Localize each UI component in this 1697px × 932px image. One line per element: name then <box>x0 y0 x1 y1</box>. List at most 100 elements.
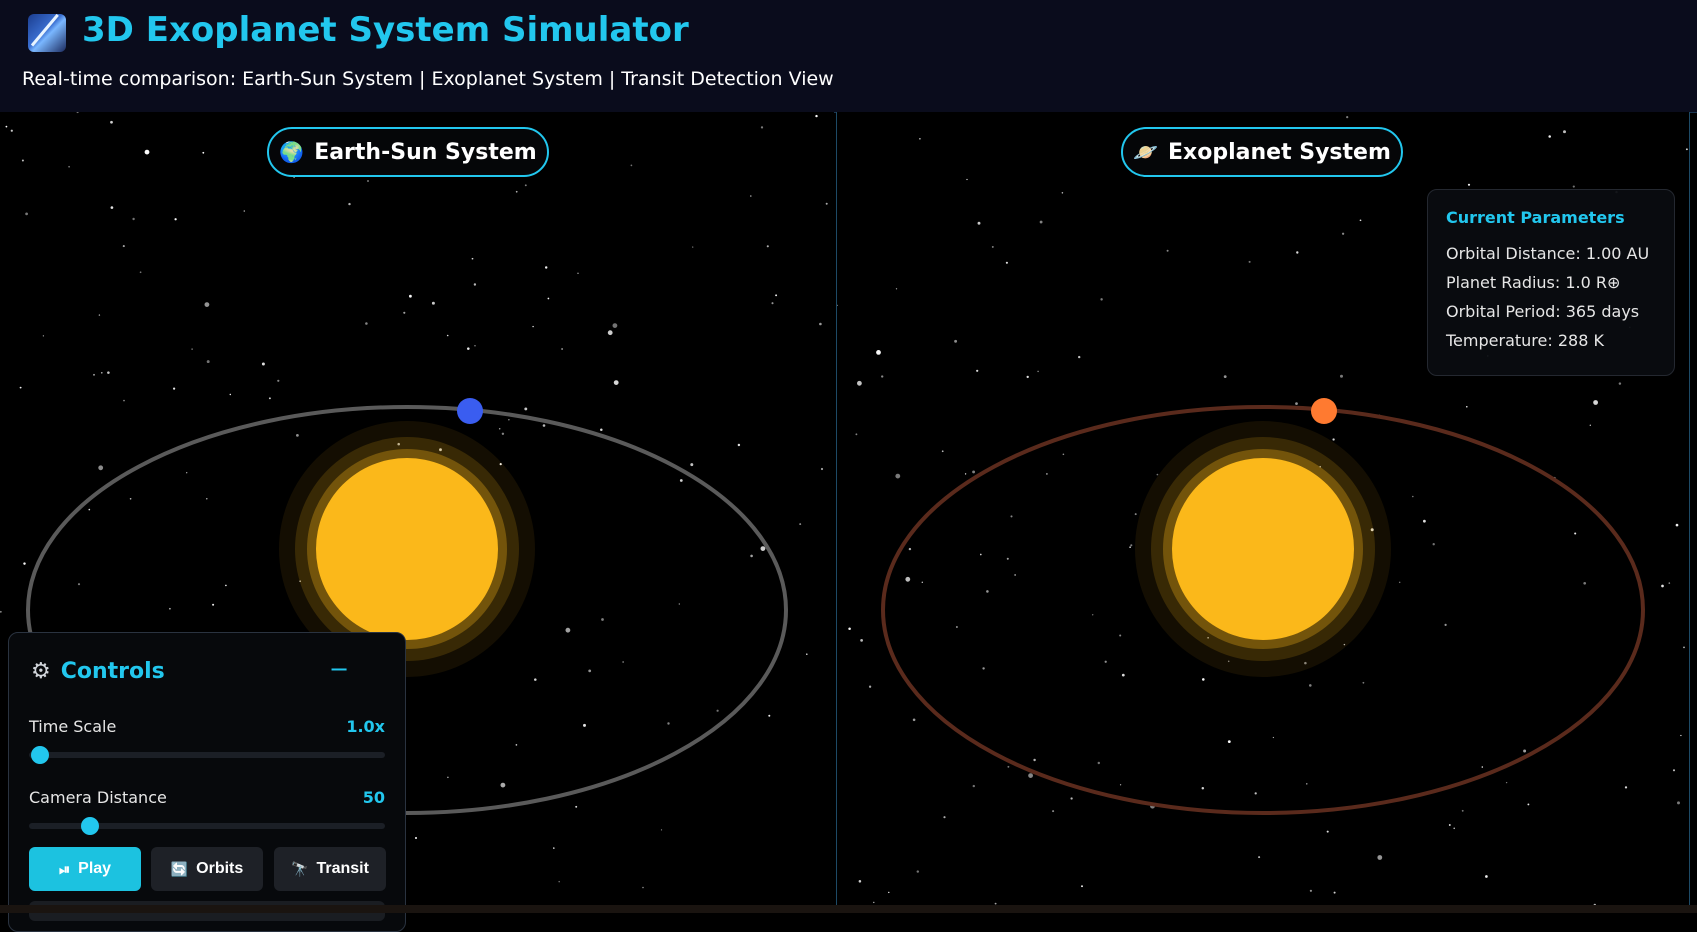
ringed-planet-icon: 🪐 <box>1133 140 1159 164</box>
background-star <box>1432 543 1435 546</box>
background-star <box>277 379 280 382</box>
background-star <box>760 126 764 129</box>
background-star <box>1010 515 1013 518</box>
background-star <box>261 362 265 366</box>
background-star <box>1346 116 1349 119</box>
camera-distance-slider[interactable] <box>29 817 385 835</box>
background-star <box>42 335 45 337</box>
telescope-icon: 🔭 <box>291 860 309 877</box>
background-star <box>409 294 412 298</box>
orbits-button-label: Orbits <box>196 860 244 877</box>
background-star <box>88 508 91 511</box>
background-star <box>819 322 822 326</box>
background-star <box>1006 557 1009 560</box>
background-star <box>68 165 70 168</box>
background-star <box>1201 786 1205 790</box>
background-star <box>1672 769 1676 772</box>
comet-icon <box>28 14 66 52</box>
background-star <box>467 347 470 350</box>
background-star <box>144 149 150 155</box>
earth-planet <box>457 398 483 424</box>
background-star <box>1014 574 1016 576</box>
time-scale-value: 1.0x <box>346 717 385 736</box>
play-button[interactable]: ⏯ Play <box>29 847 141 891</box>
controls-panel: ⚙ Controls − Time Scale 1.0x Camera Dist… <box>8 632 406 932</box>
background-star <box>21 159 24 162</box>
background-star <box>1309 889 1313 892</box>
time-scale-slider-thumb[interactable] <box>30 746 49 764</box>
background-star <box>1037 370 1039 373</box>
background-star <box>1223 375 1227 378</box>
background-star <box>1661 584 1664 588</box>
background-star <box>837 304 838 307</box>
background-star <box>23 562 26 565</box>
background-star <box>1377 855 1383 860</box>
globe-icon: 🌍 <box>279 140 305 164</box>
time-scale-slider[interactable] <box>29 746 385 764</box>
background-star <box>1668 582 1671 584</box>
camera-distance-slider-thumb[interactable] <box>80 817 99 835</box>
background-star <box>0 610 2 613</box>
background-star <box>1505 781 1508 784</box>
background-star <box>825 202 828 205</box>
background-star <box>365 322 368 325</box>
background-star <box>1119 634 1122 637</box>
background-star <box>806 653 808 655</box>
play-pause-icon: ⏯ <box>58 860 71 877</box>
background-star <box>1624 786 1628 789</box>
background-star <box>403 311 406 314</box>
background-star <box>976 369 979 372</box>
background-star <box>169 607 171 610</box>
background-star <box>1078 355 1081 359</box>
background-star <box>100 371 103 374</box>
background-star <box>19 386 22 389</box>
background-star <box>98 314 101 316</box>
background-star <box>966 178 968 181</box>
background-star <box>202 151 205 154</box>
background-star <box>1341 232 1345 235</box>
background-star <box>1227 740 1231 744</box>
background-star <box>1156 473 1159 476</box>
background-star <box>858 880 862 883</box>
background-star <box>10 129 13 132</box>
background-star <box>919 137 921 140</box>
background-star <box>186 472 188 474</box>
background-star <box>613 380 619 385</box>
background-star <box>1296 251 1299 254</box>
background-star <box>473 283 477 286</box>
background-star <box>771 302 774 305</box>
background-star <box>1026 375 1029 379</box>
background-star <box>690 463 694 467</box>
collapse-controls-button[interactable]: − <box>327 657 351 683</box>
background-star <box>1423 519 1426 523</box>
transit-button[interactable]: 🔭 Transit <box>274 847 386 891</box>
background-star <box>1104 660 1107 663</box>
background-star <box>204 302 210 307</box>
background-star <box>1675 523 1679 527</box>
background-star <box>532 325 534 328</box>
background-star <box>1081 885 1083 888</box>
background-star <box>1333 891 1336 894</box>
background-star <box>1593 400 1598 405</box>
camera-distance-label: Camera Distance <box>29 788 167 807</box>
background-star <box>515 190 518 193</box>
background-star <box>174 218 177 221</box>
background-star <box>575 805 578 808</box>
background-star <box>630 164 633 167</box>
background-star <box>515 744 518 746</box>
exoplanet-viewport[interactable]: 🪐 Exoplanet System Current Parameters Or… <box>836 112 1690 913</box>
background-star <box>1039 220 1043 224</box>
background-star <box>908 547 912 551</box>
background-star <box>76 112 79 114</box>
background-star <box>912 718 916 722</box>
background-star <box>474 345 476 347</box>
background-star <box>206 360 210 364</box>
background-star <box>905 576 911 582</box>
earth-sun-label-text: Earth-Sun System <box>314 139 537 165</box>
background-star <box>642 886 644 889</box>
background-star <box>941 450 944 453</box>
page-subtitle: Real-time comparison: Earth-Sun System |… <box>22 68 834 90</box>
background-star <box>348 202 351 206</box>
background-star <box>873 901 875 904</box>
orbits-button[interactable]: 🔄 Orbits <box>151 847 263 891</box>
